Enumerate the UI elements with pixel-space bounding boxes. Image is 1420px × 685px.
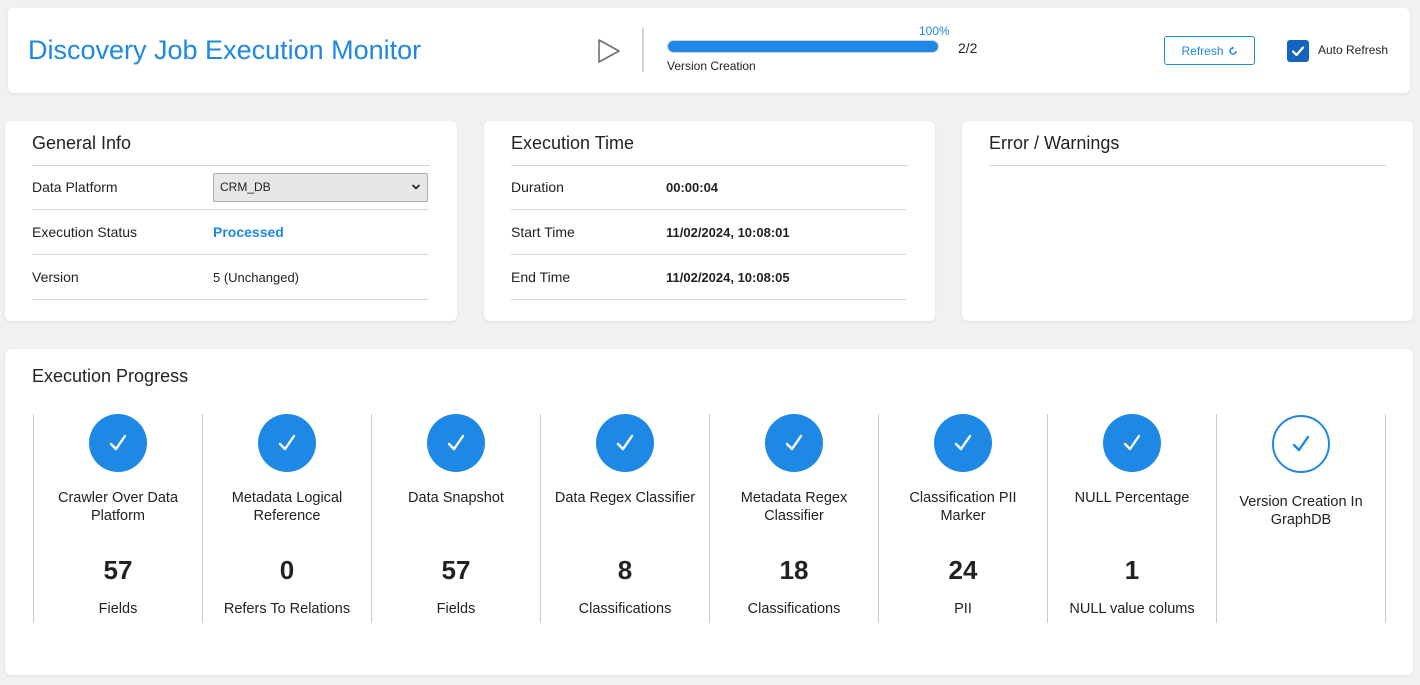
card-title: General Info <box>32 133 132 153</box>
errors-warnings-card: Error / Warnings <box>962 121 1413 321</box>
execution-progress-card: Execution Progress Crawler Over Data Pla… <box>5 349 1413 675</box>
start-time-value: 11/02/2024, 10:08:01 <box>666 224 790 240</box>
progress-bar-fill <box>668 41 938 52</box>
step-unit: Classifications <box>747 601 841 617</box>
check-icon <box>785 434 803 451</box>
progress-percent: 100% <box>919 24 950 38</box>
progress-step: Version Creation In GraphDB <box>1216 414 1386 623</box>
progress-stage: Version Creation <box>667 59 756 73</box>
check-icon <box>109 434 127 451</box>
check-icon <box>1123 434 1141 451</box>
step-count: 0 <box>279 555 295 585</box>
check-icon <box>278 434 296 451</box>
header-bar: Discovery Job Execution Monitor 100% 2/2… <box>8 8 1410 93</box>
step-unit: NULL value colums <box>1069 601 1195 617</box>
step-status-circle <box>258 414 316 472</box>
progress-step: Classification PII Marker 24 PII <box>878 414 1047 623</box>
check-icon <box>1291 46 1305 57</box>
step-unit: Classifications <box>578 601 672 617</box>
step-name: Data Regex Classifier <box>554 490 696 506</box>
info-row: Version 5 (Unchanged) <box>32 255 428 300</box>
step-status-circle <box>427 414 485 472</box>
step-count: 57 <box>441 555 471 585</box>
step-unit: PII <box>954 601 972 617</box>
step-unit: Fields <box>98 601 138 617</box>
info-row: Start Time 11/02/2024, 10:08:01 <box>511 210 906 255</box>
step-status-circle <box>1103 414 1161 472</box>
data-platform-select[interactable]: CRM_DB <box>213 172 428 202</box>
progress-steps: Crawler Over Data Platform 57 Fields Metada… <box>33 414 1386 623</box>
general-info-card: General Info Data Platform CRM_DB Execut… <box>5 121 457 321</box>
version-label: Version <box>32 269 79 285</box>
step-count: 24 <box>948 555 978 585</box>
info-row: End Time 11/02/2024, 10:08:05 <box>511 255 906 300</box>
step-name: Crawler Over Data Platform <box>57 490 179 524</box>
step-status-circle <box>89 414 147 472</box>
header-divider <box>642 28 644 72</box>
page-title: Discovery Job Execution Monitor <box>28 35 422 65</box>
version-value: 5 (Unchanged) <box>213 269 299 285</box>
check-icon <box>447 434 465 451</box>
check-icon <box>616 434 634 451</box>
step-count: 57 <box>103 555 133 585</box>
progress-count: 2/2 <box>958 40 978 56</box>
step-name: Metadata Logical Reference <box>231 490 343 524</box>
step-count: 18 <box>779 555 809 585</box>
duration-value: 00:00:04 <box>666 179 719 195</box>
step-status-circle <box>1272 415 1330 473</box>
start-time-label: Start Time <box>511 224 575 240</box>
refresh-button-label: Refresh <box>1181 43 1224 58</box>
auto-refresh-checkbox[interactable] <box>1287 40 1309 62</box>
refresh-button[interactable]: Refresh <box>1164 36 1255 65</box>
step-status-circle <box>934 414 992 472</box>
end-time-label: End Time <box>511 269 571 285</box>
execution-status-label: Execution Status <box>32 224 138 240</box>
data-platform-label: Data Platform <box>32 179 118 195</box>
status-badge: Processed <box>213 224 284 240</box>
chevron-down-icon <box>411 184 421 190</box>
card-divider <box>989 165 1386 166</box>
info-row: Execution Status Processed <box>32 210 428 255</box>
progress-step: Metadata Logical Reference 0 Refers To Rel… <box>202 414 371 623</box>
step-unit: Fields <box>436 601 476 617</box>
progress-step: Metadata Regex Classifier 18 Classificatio… <box>709 414 878 623</box>
card-title: Execution Time <box>511 133 635 153</box>
step-status-circle <box>596 414 654 472</box>
progress-step: NULL Percentage 1 NULL value colums <box>1047 414 1216 623</box>
check-icon <box>954 434 972 451</box>
end-time-value: 11/02/2024, 10:08:05 <box>666 269 790 285</box>
step-count: 1 <box>1124 555 1140 585</box>
card-title: Error / Warnings <box>989 133 1120 153</box>
info-row: Data Platform CRM_DB <box>32 165 428 210</box>
execution-time-card: Execution Time Duration 00:00:04 Start T… <box>484 121 935 321</box>
check-icon <box>1292 435 1310 452</box>
play-button[interactable] <box>596 38 622 64</box>
step-name: Classification PII Marker <box>909 490 1017 524</box>
play-icon <box>598 39 620 63</box>
progress-step: Data Snapshot 57 Fields <box>371 414 540 623</box>
step-count: 8 <box>617 555 633 585</box>
progress-step: Data Regex Classifier 8 Classifications <box>540 414 709 623</box>
data-platform-value: CRM_DB <box>220 180 271 194</box>
card-title: Execution Progress <box>32 366 189 386</box>
step-name: NULL Percentage <box>1074 490 1190 506</box>
step-unit: Refers To Relations <box>223 601 351 617</box>
step-status-circle <box>765 414 823 472</box>
info-row: Duration 00:00:04 <box>511 165 906 210</box>
progress-bar <box>667 40 939 53</box>
step-name: Metadata Regex Classifier <box>740 490 848 524</box>
step-name: Version Creation In GraphDB <box>1239 494 1363 528</box>
progress-step: Crawler Over Data Platform 57 Fields <box>33 414 202 623</box>
duration-label: Duration <box>511 179 564 195</box>
step-name: Data Snapshot <box>408 490 504 506</box>
refresh-icon <box>1228 46 1237 55</box>
auto-refresh-label: Auto Refresh <box>1318 43 1389 57</box>
